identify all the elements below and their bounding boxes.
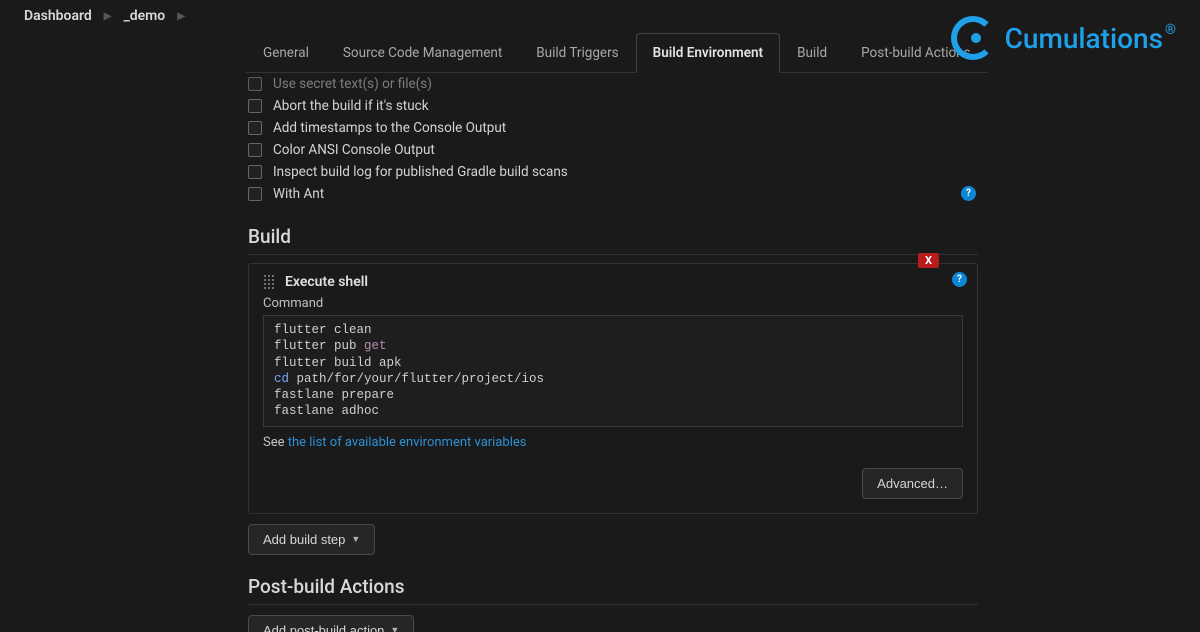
help-icon[interactable]: ? xyxy=(952,272,967,287)
build-step-title: Execute shell xyxy=(285,274,368,290)
delete-step-button[interactable]: X xyxy=(918,253,939,268)
checkbox[interactable] xyxy=(248,99,262,113)
checkbox-label: Use secret text(s) or file(s) xyxy=(273,76,432,92)
checkbox[interactable] xyxy=(248,165,262,179)
breadcrumb-job[interactable]: _demo xyxy=(123,8,165,24)
checkbox[interactable] xyxy=(248,77,262,91)
tab-build-environment[interactable]: Build Environment xyxy=(636,33,780,73)
build-step-execute-shell: X ? Execute shell Command flutter clean … xyxy=(248,263,978,514)
env-option-ansi: Color ANSI Console Output xyxy=(248,139,978,161)
caret-down-icon: ▼ xyxy=(351,534,360,544)
add-post-build-action-button[interactable]: Add post-build action▼ xyxy=(248,615,414,632)
env-option-ant: With Ant ? xyxy=(248,183,978,205)
tab-build[interactable]: Build xyxy=(780,33,844,73)
tab-scm[interactable]: Source Code Management xyxy=(326,33,519,73)
checkbox[interactable] xyxy=(248,121,262,135)
chevron-right-icon: ▶ xyxy=(177,11,185,22)
checkbox-label: Add timestamps to the Console Output xyxy=(273,120,506,136)
env-option-secret: Use secret text(s) or file(s) xyxy=(248,73,978,95)
tab-build-triggers[interactable]: Build Triggers xyxy=(519,33,635,73)
brand-logo: Cumulations® xyxy=(951,16,1176,60)
config-tabs: General Source Code Management Build Tri… xyxy=(246,32,988,73)
checkbox-label: Color ANSI Console Output xyxy=(273,142,435,158)
brand-text: Cumulations xyxy=(1005,22,1163,55)
caret-down-icon: ▼ xyxy=(390,625,399,632)
add-build-step-button[interactable]: Add build step▼ xyxy=(248,524,375,555)
checkbox-label: Abort the build if it's stuck xyxy=(273,98,429,114)
env-option-timestamps: Add timestamps to the Console Output xyxy=(248,117,978,139)
section-build-title: Build xyxy=(248,225,978,255)
checkbox[interactable] xyxy=(248,143,262,157)
env-option-inspect: Inspect build log for published Gradle b… xyxy=(248,161,978,183)
cumulations-logo-icon xyxy=(951,16,995,60)
env-vars-link[interactable]: the list of available environment variab… xyxy=(288,435,527,450)
breadcrumb-dashboard[interactable]: Dashboard xyxy=(24,8,92,24)
section-post-build-title: Post-build Actions xyxy=(248,575,978,605)
help-icon[interactable]: ? xyxy=(961,186,976,201)
config-panel: General Source Code Management Build Tri… xyxy=(238,32,988,632)
advanced-button[interactable]: Advanced… xyxy=(862,468,963,499)
brand-trademark: ® xyxy=(1165,22,1176,38)
command-textarea[interactable]: flutter clean flutter pub get flutter bu… xyxy=(263,315,963,427)
chevron-right-icon: ▶ xyxy=(104,11,112,22)
env-vars-hint: See the list of available environment va… xyxy=(263,435,963,450)
checkbox-label: Inspect build log for published Gradle b… xyxy=(273,164,568,180)
checkbox-label: With Ant xyxy=(273,186,324,202)
tab-general[interactable]: General xyxy=(246,33,326,73)
drag-handle-icon[interactable] xyxy=(263,274,275,290)
env-option-abort: Abort the build if it's stuck xyxy=(248,95,978,117)
command-label: Command xyxy=(263,296,963,311)
checkbox[interactable] xyxy=(248,187,262,201)
